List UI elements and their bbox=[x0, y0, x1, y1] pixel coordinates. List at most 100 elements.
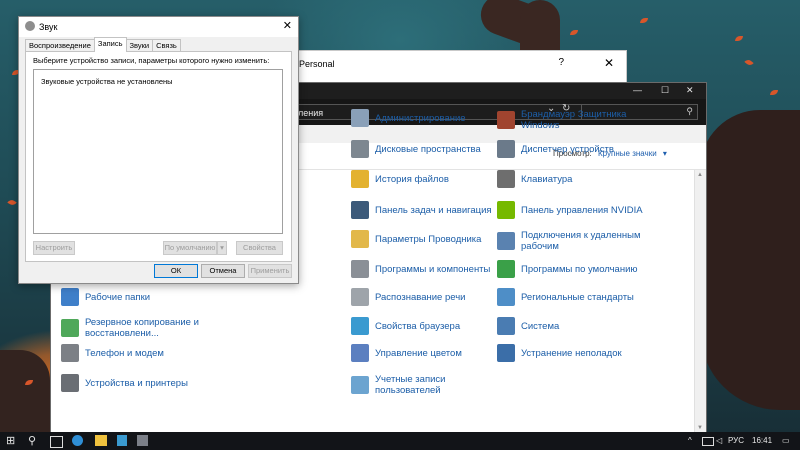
wallpaper-leaf bbox=[735, 36, 743, 41]
control-panel-item-label[interactable]: Программы и компоненты bbox=[375, 264, 490, 275]
minimize-button[interactable]: — bbox=[633, 85, 642, 95]
search-icon: ⚲ bbox=[686, 106, 693, 116]
control-panel-item[interactable]: Учетные записи пользователей bbox=[351, 374, 500, 396]
configure-button[interactable]: Настроить bbox=[33, 241, 75, 255]
notifications-icon[interactable]: ▭ bbox=[782, 436, 790, 445]
control-panel-item[interactable]: Устранение неполадок bbox=[497, 344, 622, 362]
control-panel-item[interactable]: История файлов bbox=[351, 170, 449, 188]
clock[interactable]: 16:41 bbox=[752, 436, 772, 445]
view-chevron-icon[interactable]: ▾ bbox=[663, 149, 667, 158]
control-panel-item-label[interactable]: Управление цветом bbox=[375, 348, 462, 359]
control-panel-item-label[interactable]: Устройства и принтеры bbox=[85, 378, 188, 389]
taskbar-search-icon[interactable]: ⚲ bbox=[28, 435, 36, 447]
control-panel-item-label[interactable]: Программы по умолчанию bbox=[521, 264, 638, 275]
close-button[interactable]: ✕ bbox=[686, 85, 694, 96]
control-panel-item[interactable]: Администрирование bbox=[351, 109, 466, 127]
control-panel-item-label[interactable]: Система bbox=[521, 321, 559, 332]
personal-window-title: Personal bbox=[299, 59, 335, 69]
control-panel-item[interactable]: Подключения к удаленным рабочим bbox=[497, 230, 646, 252]
control-panel-item[interactable]: Брандмауэр Защитника Windows bbox=[497, 109, 646, 131]
taskbar-icon bbox=[351, 201, 369, 219]
recording-panel: Выберите устройство записи, параметры ко… bbox=[25, 51, 292, 262]
recording-device-list[interactable]: Звуковые устройства не установлены bbox=[33, 69, 283, 234]
speaker-icon bbox=[25, 21, 35, 31]
edge-icon[interactable] bbox=[72, 435, 83, 446]
control-panel-item-label[interactable]: Панель задач и навигация bbox=[375, 205, 492, 216]
vertical-scrollbar[interactable]: ▲ ▼ bbox=[694, 170, 706, 433]
device-manager-icon bbox=[497, 140, 515, 158]
help-button[interactable]: ? bbox=[558, 57, 564, 68]
wallpaper-leaf bbox=[640, 18, 648, 23]
control-panel-item[interactable]: Распознавание речи bbox=[351, 288, 465, 306]
apply-button[interactable]: Применить bbox=[248, 264, 292, 278]
file-explorer-icon[interactable] bbox=[95, 435, 107, 446]
control-panel-item[interactable]: Панель задач и навигация bbox=[351, 201, 492, 219]
control-panel-item-label[interactable]: Резервное копирование и восстановлени... bbox=[85, 317, 210, 339]
wallpaper-branch bbox=[700, 110, 800, 410]
control-panel-item-label[interactable]: Рабочие папки bbox=[85, 292, 150, 303]
volume-icon[interactable]: ◁ bbox=[716, 436, 722, 445]
default-programs-icon bbox=[497, 260, 515, 278]
control-panel-item-label[interactable]: Телефон и модем bbox=[85, 348, 164, 359]
set-default-dropdown-icon[interactable]: ▾ bbox=[217, 241, 227, 255]
control-panel-item-label[interactable]: Параметры Проводника bbox=[375, 234, 481, 245]
control-panel-item[interactable]: Система bbox=[497, 317, 559, 335]
control-panel-item[interactable]: Дисковые пространства bbox=[351, 140, 481, 158]
personal-close-button[interactable]: ✕ bbox=[604, 56, 614, 70]
start-icon[interactable]: ⊞ bbox=[6, 435, 15, 447]
sound-close-button[interactable]: ✕ bbox=[283, 19, 292, 32]
control-panel-item-label[interactable]: История файлов bbox=[375, 174, 449, 185]
scroll-up-icon[interactable]: ▲ bbox=[697, 172, 703, 178]
control-panel-item-label[interactable]: Администрирование bbox=[375, 113, 466, 124]
control-panel-item[interactable]: Программы и компоненты bbox=[351, 260, 490, 278]
control-panel-item-label[interactable]: Распознавание речи bbox=[375, 292, 465, 303]
control-panel-item-label[interactable]: Учетные записи пользователей bbox=[375, 374, 500, 396]
control-panel-item[interactable]: Резервное копирование и восстановлени... bbox=[61, 317, 210, 339]
set-default-button[interactable]: По умолчанию bbox=[163, 241, 217, 255]
control-panel-item-label[interactable]: Свойства браузера bbox=[375, 321, 460, 332]
sound-dialog-title: Звук bbox=[39, 22, 58, 32]
cancel-button[interactable]: Отмена bbox=[201, 264, 245, 278]
explorer-options-icon bbox=[351, 230, 369, 248]
control-panel-taskbar-icon[interactable] bbox=[117, 435, 127, 446]
control-panel-item-label[interactable]: Дисковые пространства bbox=[375, 144, 481, 155]
scroll-down-icon[interactable]: ▼ bbox=[697, 425, 703, 431]
programs-icon bbox=[351, 260, 369, 278]
properties-button[interactable]: Свойства bbox=[236, 241, 283, 255]
control-panel-item-label[interactable]: Панель управления NVIDIA bbox=[521, 205, 643, 216]
control-panel-item[interactable]: Рабочие папки bbox=[61, 288, 150, 306]
settings-taskbar-icon[interactable] bbox=[137, 435, 148, 446]
control-panel-item[interactable]: Телефон и модем bbox=[61, 344, 164, 362]
control-panel-item-label[interactable]: Устранение неполадок bbox=[521, 348, 622, 359]
control-panel-item-label[interactable]: Брандмауэр Защитника Windows bbox=[521, 109, 646, 131]
control-panel-item-label[interactable]: Подключения к удаленным рабочим bbox=[521, 230, 646, 252]
language-indicator[interactable]: РУС bbox=[728, 436, 744, 445]
control-panel-item-label[interactable]: Диспетчер устройств bbox=[521, 144, 614, 155]
nvidia-icon bbox=[497, 201, 515, 219]
wallpaper-leaf bbox=[7, 198, 17, 207]
firewall-icon bbox=[497, 111, 515, 129]
control-panel-item[interactable]: Свойства браузера bbox=[351, 317, 460, 335]
backup-icon bbox=[61, 319, 79, 337]
control-panel-item[interactable]: Устройства и принтеры bbox=[61, 374, 188, 392]
control-panel-item[interactable]: Диспетчер устройств bbox=[497, 140, 614, 158]
task-view-icon[interactable] bbox=[50, 436, 63, 448]
control-panel-item[interactable]: Параметры Проводника bbox=[351, 230, 481, 248]
control-panel-item[interactable]: Программы по умолчанию bbox=[497, 260, 638, 278]
tray-chevron-icon[interactable]: ^ bbox=[688, 436, 692, 445]
control-panel-item[interactable]: Региональные стандарты bbox=[497, 288, 634, 306]
control-panel-item-label[interactable]: Региональные стандарты bbox=[521, 292, 634, 303]
recording-prompt: Выберите устройство записи, параметры ко… bbox=[33, 56, 270, 65]
battery-icon[interactable] bbox=[702, 437, 714, 446]
personalization-window: Personal ? ✕ bbox=[290, 50, 627, 85]
control-panel-item[interactable]: Клавиатура bbox=[497, 170, 572, 188]
system-icon bbox=[497, 317, 515, 335]
remote-desktop-icon bbox=[497, 232, 515, 250]
control-panel-item[interactable]: Панель управления NVIDIA bbox=[497, 201, 643, 219]
control-panel-item[interactable]: Управление цветом bbox=[351, 344, 462, 362]
color-management-icon bbox=[351, 344, 369, 362]
maximize-button[interactable]: ☐ bbox=[661, 85, 669, 96]
ok-button[interactable]: ОК bbox=[154, 264, 198, 278]
tab-recording[interactable]: Запись bbox=[93, 37, 127, 52]
control-panel-item-label[interactable]: Клавиатура bbox=[521, 174, 572, 185]
